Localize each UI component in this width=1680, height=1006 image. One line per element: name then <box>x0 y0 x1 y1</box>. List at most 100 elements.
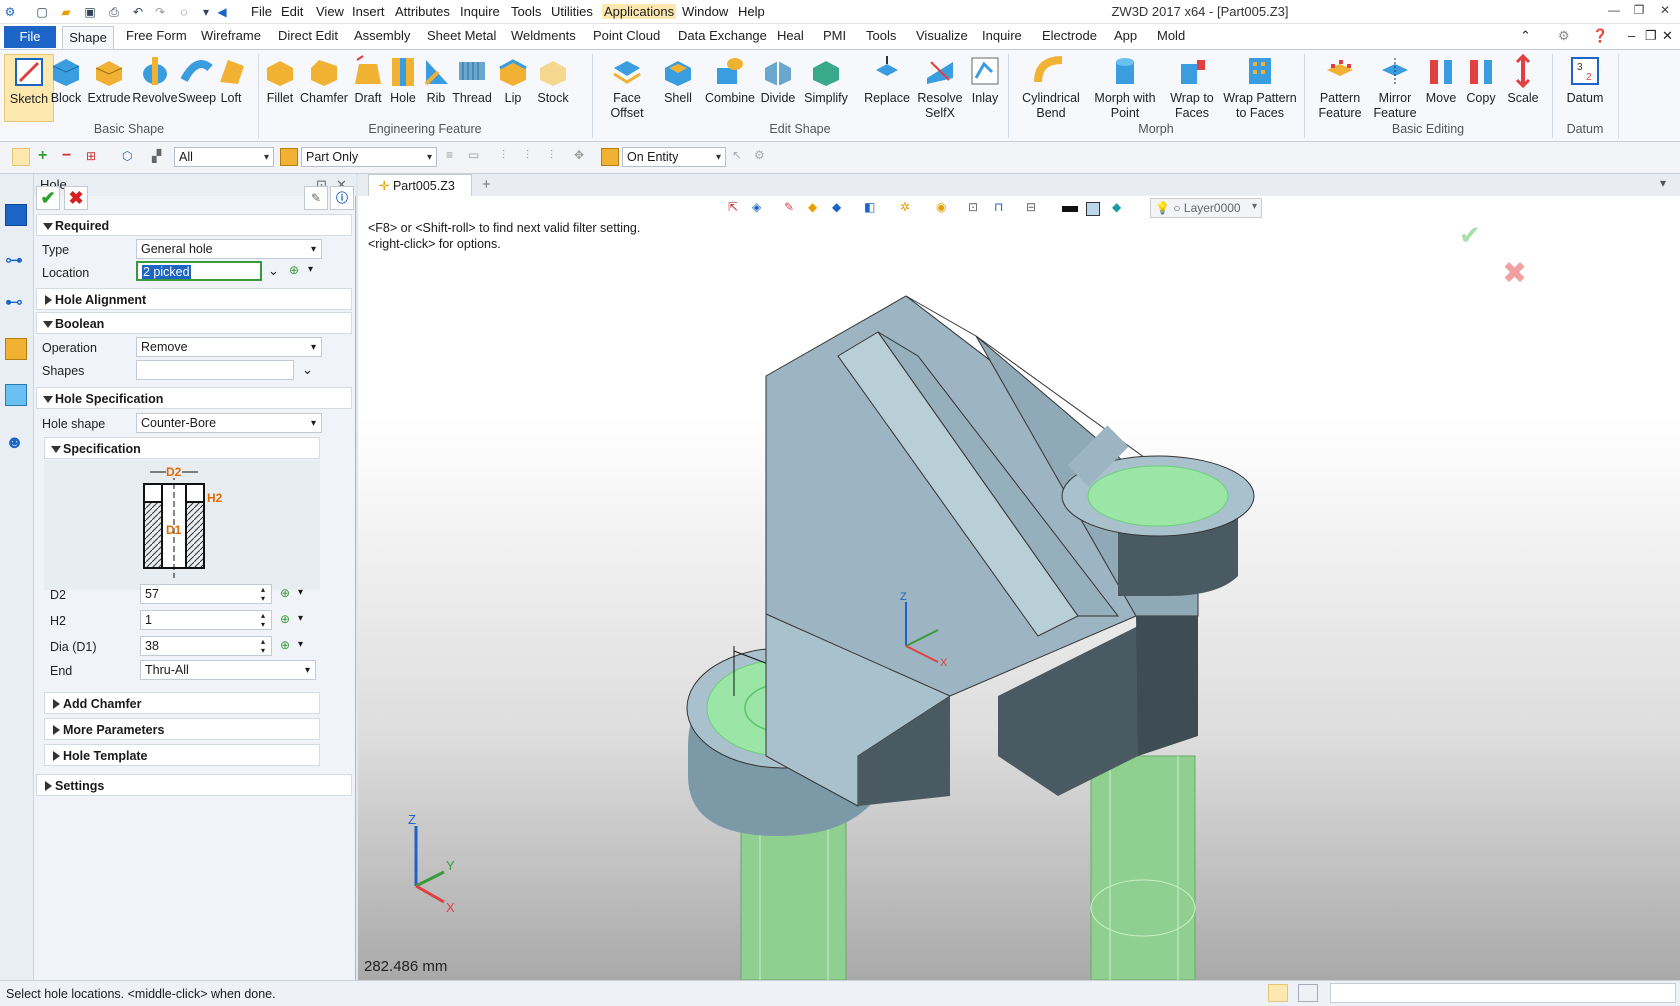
select-arrow-icon[interactable] <box>12 148 30 166</box>
replace-button[interactable]: Replace <box>862 54 912 106</box>
section-hole-specification[interactable]: Hole Specification <box>36 387 352 409</box>
pick-point-icon[interactable]: ⊕ <box>289 263 299 277</box>
tab-shape[interactable]: Shape <box>62 26 114 49</box>
h2-dropdown-icon[interactable]: ▾ <box>298 613 303 624</box>
tab-app[interactable]: App <box>1114 28 1137 43</box>
status-view-icon[interactable] <box>1268 984 1288 1002</box>
assembly-tree-icon[interactable]: ⊷ <box>5 292 27 314</box>
tree-icon[interactable]: ⊶ <box>5 250 27 272</box>
menu-help[interactable]: Help <box>738 4 765 19</box>
wrap-to-faces-button[interactable]: Wrap to Faces <box>1162 54 1222 121</box>
part-manager-icon[interactable] <box>5 338 27 360</box>
divide-button[interactable]: Divide <box>759 54 797 106</box>
resolve-selfx-button[interactable]: Resolve SelfX <box>914 54 966 121</box>
restore-icon[interactable]: ❐ <box>1629 3 1649 21</box>
part-only-icon[interactable] <box>280 148 298 166</box>
section-hole-alignment[interactable]: Hole Alignment <box>36 288 352 310</box>
menu-insert[interactable]: Insert <box>352 4 385 19</box>
back-arrow-icon[interactable]: ◀ <box>214 4 230 20</box>
doc-close-icon[interactable]: ✕ <box>1662 28 1673 44</box>
section-add-chamfer[interactable]: Add Chamfer <box>44 692 320 714</box>
extrude-button[interactable]: Extrude <box>86 54 132 106</box>
mirror-feature-button[interactable]: Mirror Feature <box>1370 54 1420 121</box>
section-settings[interactable]: Settings <box>36 774 352 796</box>
simplify-button[interactable]: Simplify <box>799 54 853 106</box>
tab-free-form[interactable]: Free Form <box>126 28 187 43</box>
user-icon[interactable]: ☻ <box>5 432 27 454</box>
section-more-parameters[interactable]: More Parameters <box>44 718 320 740</box>
operation-select[interactable]: Remove <box>136 337 322 357</box>
tool-icon-1[interactable]: ≡ <box>446 148 464 166</box>
open-folder-icon[interactable]: ▰ <box>58 4 74 20</box>
filter-icon[interactable]: ▞ <box>152 148 170 166</box>
doc-tab-part005[interactable]: ✛ Part005.Z3 ✕ <box>368 174 472 208</box>
end-select[interactable]: Thru-All <box>140 660 316 680</box>
loft-button[interactable]: Loft <box>214 54 248 106</box>
tab-data-exchange[interactable]: Data Exchange <box>678 28 767 43</box>
new-tab-icon[interactable]: + <box>482 176 491 193</box>
cancel-x-icon[interactable]: ✖ <box>64 186 88 210</box>
history-manager-icon[interactable] <box>5 204 27 226</box>
tool-icon-3[interactable]: ⫶ <box>502 148 520 166</box>
d2-pick-icon[interactable]: ⊕ <box>280 586 290 600</box>
select-poly-icon[interactable]: ⬡ <box>122 148 140 166</box>
d1-pick-icon[interactable]: ⊕ <box>280 638 290 652</box>
tab-list-icon[interactable]: ▾ <box>1660 176 1666 190</box>
tab-electrode[interactable]: Electrode <box>1042 28 1097 43</box>
h2-input[interactable]: 1 <box>140 610 272 630</box>
tab-mold[interactable]: Mold <box>1157 28 1185 43</box>
fillet-button[interactable]: Fillet <box>262 54 298 106</box>
cylindrical-bend-button[interactable]: Cylindrical Bend <box>1018 54 1084 121</box>
hole-shape-select[interactable]: Counter-Bore <box>136 413 322 433</box>
sweep-button[interactable]: Sweep <box>177 54 217 106</box>
undo-icon[interactable]: ↶ <box>130 4 146 20</box>
hole-button[interactable]: Hole <box>386 54 420 106</box>
pick-mode-icon[interactable] <box>601 148 619 166</box>
collapse-ribbon-icon[interactable]: ⌃ <box>1520 28 1531 44</box>
menu-inquire[interactable]: Inquire <box>460 4 500 19</box>
settings-gear-icon[interactable]: ⚙ <box>1558 28 1570 44</box>
pattern-feature-button[interactable]: Pattern Feature <box>1312 54 1368 121</box>
wrap-pattern-to-faces-button[interactable]: Wrap Pattern to Faces <box>1222 54 1298 121</box>
tab-assembly[interactable]: Assembly <box>354 28 410 43</box>
new-file-icon[interactable]: ▢ <box>34 4 50 20</box>
help-icon[interactable]: ❓ <box>1592 28 1608 44</box>
ok-check-icon[interactable]: ✔ <box>36 186 60 210</box>
print-icon[interactable]: ⎙ <box>106 4 122 20</box>
select-box-icon[interactable]: ⊞ <box>86 148 104 166</box>
doc-restore-icon[interactable]: ❐ <box>1645 28 1657 44</box>
revolve-button[interactable]: Revolve <box>131 54 179 106</box>
command-input[interactable] <box>1330 983 1676 1003</box>
shapes-field[interactable] <box>136 360 294 380</box>
pick-select[interactable]: On Entity <box>622 147 726 167</box>
tab-pmi[interactable]: PMI <box>823 28 846 43</box>
shapes-expand-icon[interactable]: ⌄ <box>302 362 313 378</box>
lip-button[interactable]: Lip <box>496 54 530 106</box>
section-hole-template[interactable]: Hole Template <box>44 744 320 766</box>
add-selection-icon[interactable]: + <box>38 148 56 166</box>
redo-icon[interactable]: ↷ <box>152 4 168 20</box>
tool-icon-4[interactable]: ⫶ <box>526 148 544 166</box>
menu-file[interactable]: File <box>251 4 272 19</box>
combine-button[interactable]: Combine <box>703 54 757 106</box>
tab-file[interactable]: File <box>4 26 56 48</box>
d2-input[interactable]: 57 <box>140 584 272 604</box>
menu-utilities[interactable]: Utilities <box>551 4 593 19</box>
menu-applications[interactable]: Applications <box>602 4 677 19</box>
remove-selection-icon[interactable]: − <box>62 148 80 166</box>
face-offset-button[interactable]: Face Offset <box>602 54 652 121</box>
gear-small-icon[interactable]: ⚙ <box>754 148 772 166</box>
tool-icon-6[interactable]: ✥ <box>574 148 592 166</box>
scope-select[interactable]: Part Only <box>301 147 437 167</box>
tool-icon-2[interactable]: ▭ <box>468 148 486 166</box>
close-icon[interactable]: ✕ <box>1655 3 1675 21</box>
d2-dropdown-icon[interactable]: ▾ <box>298 587 303 598</box>
stock-button[interactable]: Stock <box>532 54 574 106</box>
chamfer-button[interactable]: Chamfer <box>299 54 349 106</box>
tab-inquire[interactable]: Inquire <box>982 28 1022 43</box>
sketch-button[interactable]: Sketch <box>4 54 54 122</box>
doc-minimize-icon[interactable]: – <box>1628 28 1635 43</box>
shell-button[interactable]: Shell <box>658 54 698 106</box>
tab-direct-edit[interactable]: Direct Edit <box>278 28 338 43</box>
menu-attributes[interactable]: Attributes <box>395 4 450 19</box>
